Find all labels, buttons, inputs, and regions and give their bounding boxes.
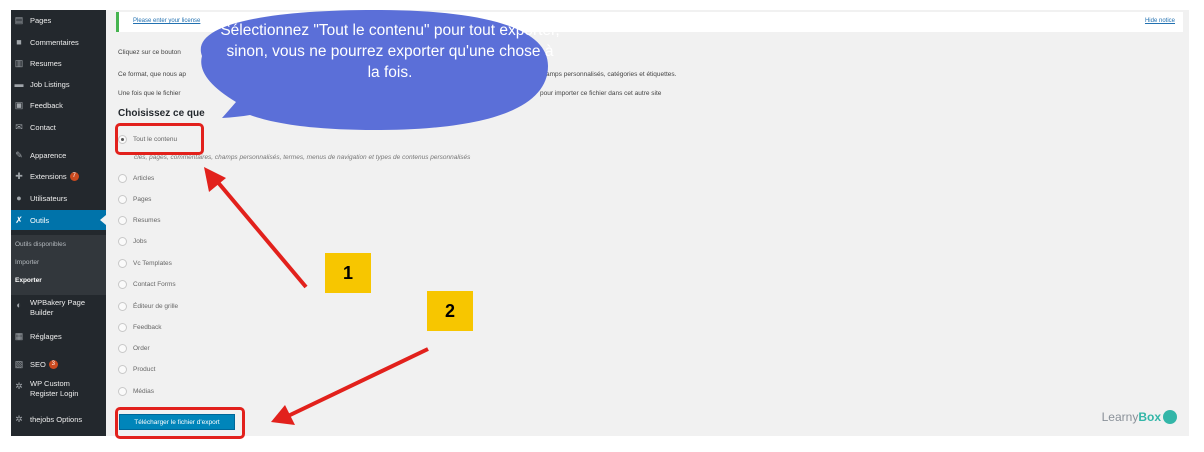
step-badge-1: 1 bbox=[325, 253, 371, 293]
arrow-2-line bbox=[287, 347, 429, 418]
tutorial-overlay bbox=[200, 10, 548, 425]
step-badge-2: 2 bbox=[427, 291, 473, 331]
callout-text: Sélectionnez "Tout le contenu" pour tout… bbox=[220, 22, 560, 81]
arrow-1-line bbox=[214, 178, 308, 289]
highlight-all-content bbox=[115, 123, 204, 155]
highlight-download-button bbox=[115, 407, 245, 439]
